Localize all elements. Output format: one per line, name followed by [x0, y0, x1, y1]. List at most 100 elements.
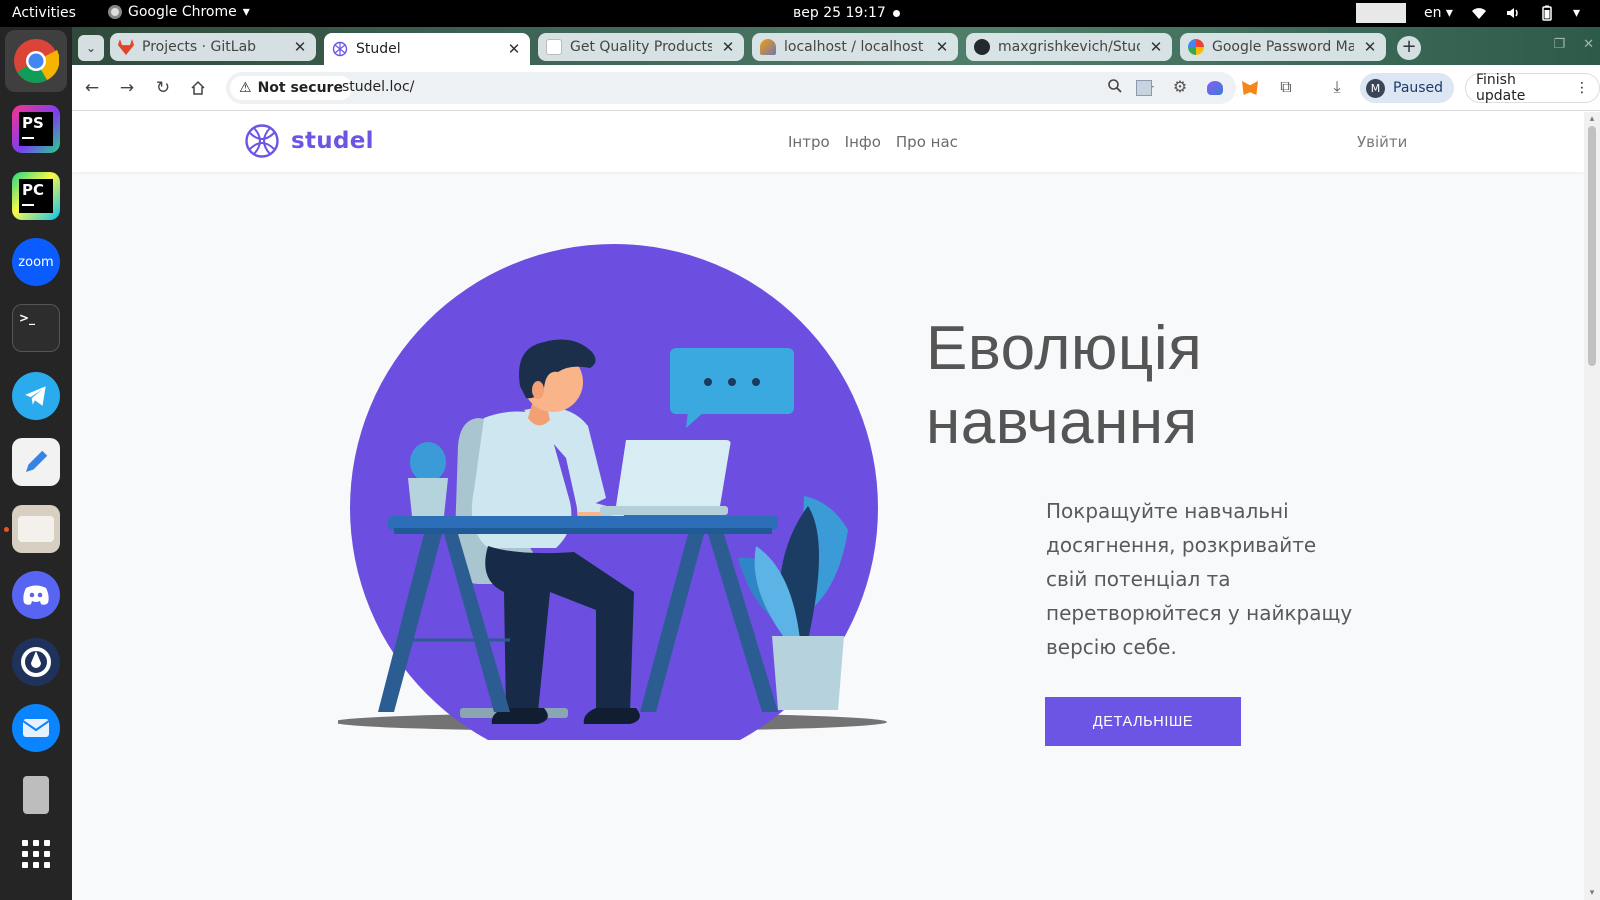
- back-button[interactable]: ←: [80, 76, 104, 100]
- wifi-icon: [1471, 8, 1486, 19]
- system-tray[interactable]: en ▾ ▾: [1355, 3, 1580, 23]
- details-button[interactable]: ДЕТАЛЬНІШЕ: [1045, 697, 1241, 746]
- app-menu[interactable]: Google Chrome ▾: [108, 4, 250, 20]
- home-icon: [191, 80, 205, 95]
- pycharm-icon: PC: [19, 179, 53, 213]
- tab-gitlab[interactable]: Projects · GitLab ✕: [110, 33, 316, 61]
- dock-item-text-editor[interactable]: [12, 438, 60, 486]
- telegram-icon: [25, 386, 46, 406]
- activities-button[interactable]: Activities: [12, 5, 76, 21]
- close-tab-icon[interactable]: ✕: [1148, 38, 1164, 56]
- dock-item-mattermost[interactable]: [12, 638, 60, 686]
- scroll-down-icon[interactable]: ▾: [1587, 888, 1597, 898]
- clock[interactable]: вер 25 19:17: [793, 5, 886, 21]
- address-bar[interactable]: ⚠ Not secure studel.loc/ ☆: [226, 72, 1236, 104]
- hero-illustration: [338, 244, 887, 740]
- profile-status: Paused: [1393, 80, 1444, 96]
- dock-item-discord[interactable]: [12, 571, 60, 619]
- hero-subtitle: Покращуйте навчальні досягнення, розкрив…: [1046, 499, 1353, 659]
- mattermost-icon: [21, 647, 51, 677]
- system-top-bar: Activities Google Chrome ▾ вер 25 19:17 …: [0, 0, 1600, 27]
- tab-studel[interactable]: Studel ✕: [324, 33, 530, 65]
- dock-item-thunderbird[interactable]: [12, 704, 60, 752]
- app-menu-label: Google Chrome: [128, 4, 237, 20]
- nav-item-info[interactable]: Інфо: [845, 133, 881, 151]
- login-link[interactable]: Увійти: [1357, 133, 1407, 151]
- close-tab-icon[interactable]: ✕: [506, 40, 522, 58]
- tab-github[interactable]: maxgrishkevich/Stud ✕: [966, 33, 1172, 61]
- battery-icon: [1542, 5, 1552, 21]
- studel-logo-icon: [332, 41, 348, 57]
- magnifier-icon: [1108, 79, 1122, 93]
- tab-title: maxgrishkevich/Stud: [998, 39, 1140, 55]
- tab-phpmyadmin[interactable]: localhost / localhost ✕: [752, 33, 958, 61]
- hero-title-line-2: навчання: [926, 388, 1198, 457]
- metamask-icon[interactable]: [1239, 77, 1261, 99]
- app-grid-icon: [22, 840, 50, 868]
- extension-1-icon[interactable]: [1133, 77, 1155, 99]
- tab-search-button[interactable]: ⌄: [78, 35, 104, 61]
- dock-item-usb-drive[interactable]: [12, 771, 60, 819]
- power-menu-icon[interactable]: ▾: [1573, 5, 1580, 21]
- close-window-icon[interactable]: ✕: [1583, 37, 1594, 52]
- scroll-thumb[interactable]: [1588, 126, 1596, 366]
- forward-button[interactable]: →: [115, 76, 139, 100]
- tab-title: Projects · GitLab: [142, 39, 257, 55]
- show-apps-button[interactable]: [12, 830, 60, 878]
- dock: PS PC zoom >_: [0, 27, 72, 900]
- chrome-icon: [14, 39, 59, 83]
- tab-title: localhost / localhost: [784, 39, 924, 55]
- tab-password-manager[interactable]: Google Password Ma ✕: [1180, 33, 1386, 61]
- cup-plant: [408, 442, 448, 516]
- terminal-icon: >_: [19, 311, 36, 325]
- zoom-icon: zoom: [18, 254, 54, 270]
- reload-icon: ↻: [155, 78, 171, 98]
- dock-item-pycharm[interactable]: PC: [12, 172, 60, 220]
- dock-item-chrome[interactable]: [5, 30, 67, 92]
- thunderbird-icon: [22, 719, 50, 737]
- dock-item-phpstorm[interactable]: PS: [12, 105, 60, 153]
- zoom-icon[interactable]: [1105, 78, 1125, 98]
- tab-products[interactable]: Get Quality Products ✕: [538, 33, 744, 61]
- hero-title-line-1: Еволюція: [926, 314, 1203, 383]
- site-header: studel Інтро Інфо Про нас Увійти: [72, 112, 1584, 172]
- url-text[interactable]: studel.loc/: [342, 79, 414, 95]
- page-scrollbar[interactable]: ▴ ▾: [1584, 112, 1600, 900]
- home-button[interactable]: [186, 76, 210, 100]
- site-info-button[interactable]: ⚠ Not secure: [230, 76, 352, 100]
- dock-item-files[interactable]: [12, 505, 60, 553]
- restore-icon[interactable]: ❐: [1553, 37, 1565, 52]
- extension-gear-icon[interactable]: ⚙: [1169, 77, 1191, 99]
- downloads-icon[interactable]: ⤓: [1326, 77, 1348, 99]
- pencil-icon: [26, 450, 48, 472]
- extension-vpn-icon[interactable]: [1204, 77, 1226, 99]
- scroll-up-icon[interactable]: ▴: [1587, 114, 1597, 124]
- close-tab-icon[interactable]: ✕: [1362, 38, 1378, 56]
- close-tab-icon[interactable]: ✕: [934, 38, 950, 56]
- extensions-puzzle-icon[interactable]: ⧉: [1275, 77, 1297, 99]
- nav-item-intro[interactable]: Інтро: [788, 133, 830, 151]
- close-tab-icon[interactable]: ✕: [292, 38, 308, 56]
- chevron-down-icon: ⌄: [85, 41, 97, 55]
- nav-item-about[interactable]: Про нас: [896, 133, 958, 151]
- profile-button[interactable]: M Paused: [1360, 73, 1455, 103]
- new-tab-button[interactable]: +: [1397, 36, 1421, 60]
- dock-item-terminal[interactable]: >_: [12, 304, 60, 352]
- site-logo[interactable]: studel: [244, 123, 374, 159]
- chrome-window: ⌄ Projects · GitLab ✕ Studel ✕ Get Quali…: [72, 27, 1600, 900]
- close-tab-icon[interactable]: ✕: [720, 38, 736, 56]
- usb-drive-icon: [23, 776, 49, 814]
- reload-button[interactable]: ↻: [151, 76, 175, 100]
- hero-title: Еволюція навчання: [926, 312, 1202, 460]
- tab-title: Studel: [356, 41, 401, 57]
- language-indicator[interactable]: en ▾: [1424, 5, 1453, 21]
- chevron-down-icon: ▾: [242, 4, 250, 20]
- window-controls: ❐ ✕: [1553, 37, 1594, 52]
- dock-item-zoom[interactable]: zoom: [12, 238, 60, 286]
- warning-icon: ⚠: [239, 80, 252, 96]
- finish-update-label: Finish update: [1476, 72, 1526, 104]
- tab-strip: ⌄ Projects · GitLab ✕ Studel ✕ Get Quali…: [72, 27, 1600, 65]
- avatar: M: [1366, 78, 1385, 98]
- dock-item-telegram[interactable]: [12, 372, 60, 420]
- finish-update-button[interactable]: Finish update ⋮: [1465, 72, 1600, 104]
